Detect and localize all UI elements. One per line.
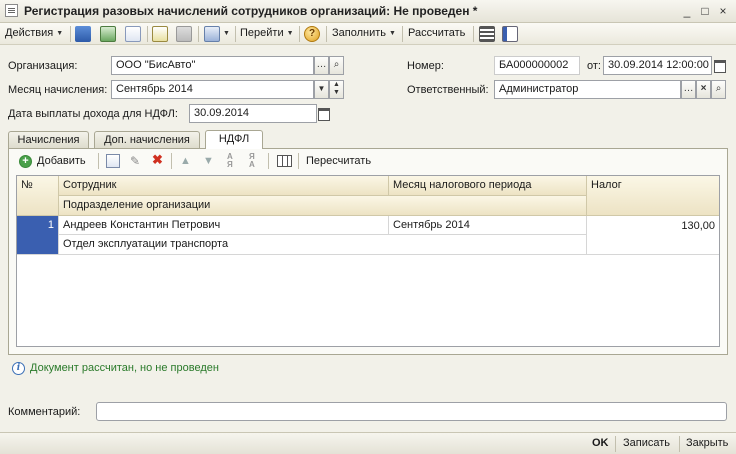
help-icon[interactable]: ? [304, 26, 320, 42]
responsible-label: Ответственный: [407, 84, 489, 96]
organization-label: Организация: [8, 60, 78, 72]
table-row-number[interactable]: 1 [17, 216, 59, 255]
move-up-icon[interactable]: ▲ [180, 155, 191, 167]
toolbar-separator [299, 26, 300, 42]
column-header-tax[interactable]: Налог [587, 176, 719, 216]
number-field[interactable]: БА000000002 [494, 56, 580, 75]
toolbar-separator [70, 26, 71, 42]
toolbar-separator [298, 153, 299, 169]
pay-date-field[interactable]: 30.09.2014 [189, 104, 317, 123]
month-stepper[interactable]: ▲ ▼ [329, 80, 344, 99]
refresh-icon[interactable] [100, 26, 116, 42]
based-on-icon[interactable] [204, 26, 220, 42]
copy-row-icon[interactable] [106, 154, 120, 168]
toolbar-separator [235, 26, 236, 42]
select-organization-button[interactable]: … [314, 56, 329, 75]
date-time-field[interactable]: 30.09.2014 12:00:00 [603, 56, 712, 75]
table-row-employee[interactable]: Андреев Константин Петрович [59, 216, 389, 235]
column-header-number[interactable]: № [17, 176, 59, 216]
ndfl-table: № Сотрудник Подразделение организации Ме… [16, 175, 720, 347]
document-icon [5, 4, 18, 17]
toolbar-separator [98, 153, 99, 169]
delete-icon[interactable]: ✖ [152, 153, 164, 166]
maximize-button[interactable]: □ [698, 4, 712, 18]
add-icon[interactable]: + [19, 155, 32, 168]
toolbar-separator [171, 153, 172, 169]
tab-ndfl[interactable]: НДФЛ [205, 130, 263, 149]
sort-ascending-icon[interactable]: АЯ [227, 153, 233, 169]
actions-menu[interactable]: Действия ▼ [5, 27, 63, 39]
main-toolbar: Действия ▼ ▼ Перейти ▼ ? Заполнить ▼ Рассчи… [0, 23, 736, 45]
calendar-icon[interactable] [712, 56, 727, 75]
copy-document-icon[interactable] [125, 26, 141, 42]
pay-date-label: Дата выплаты дохода для НДФЛ: [8, 108, 178, 120]
column-header-department[interactable]: Подразделение организации [59, 196, 587, 216]
table-row-tax-period[interactable]: Сентябрь 2014 [389, 216, 587, 235]
organization-field[interactable]: ООО "БисАвто" [111, 56, 314, 75]
comment-label: Комментарий: [8, 406, 81, 418]
footer-separator [615, 436, 616, 452]
move-down-icon[interactable]: ▼ [203, 155, 214, 167]
edit-icon[interactable]: ✎ [130, 155, 142, 167]
footer-separator [679, 436, 680, 452]
recalculate-button[interactable]: Пересчитать [306, 155, 371, 167]
toolbar-separator [147, 26, 148, 42]
from-label: от: [587, 60, 601, 72]
settings-list-icon[interactable] [502, 26, 518, 42]
calculate-button[interactable]: Рассчитать [408, 27, 465, 39]
tab-accruals[interactable]: Начисления [8, 131, 89, 148]
accrual-month-label: Месяц начисления: [8, 84, 108, 96]
toolbar-separator [473, 26, 474, 42]
title-bar: Регистрация разовых начислений сотрудник… [0, 0, 736, 23]
bottom-bar: OK Записать Закрыть [0, 432, 736, 454]
column-header-tax-period[interactable]: Месяц налогового периода [389, 176, 587, 196]
status-message: Документ рассчитан, но не проведен [30, 362, 219, 374]
close-button[interactable]: Закрыть [686, 437, 728, 449]
number-label: Номер: [407, 60, 444, 72]
month-dropdown-icon[interactable]: ▼ [314, 80, 329, 99]
save-close-icon[interactable] [75, 26, 91, 42]
comment-field[interactable] [96, 402, 727, 421]
table-row-department[interactable]: Отдел эксплуатации транспорта [59, 235, 587, 255]
minimize-button[interactable]: _ [680, 4, 694, 18]
table-row-tax[interactable]: 130,00 [587, 216, 719, 255]
goto-menu[interactable]: Перейти ▼ [240, 27, 294, 39]
info-icon: i [12, 362, 25, 375]
accrual-month-field[interactable]: Сентябрь 2014 [111, 80, 314, 99]
add-button[interactable]: Добавить [37, 155, 86, 167]
clear-icon[interactable]: × [696, 80, 711, 99]
save-button[interactable]: Записать [623, 437, 670, 449]
unpost-document-icon[interactable] [176, 26, 192, 42]
toolbar-separator [268, 153, 269, 169]
responsible-field[interactable]: Администратор [494, 80, 681, 99]
fill-menu[interactable]: Заполнить ▼ [332, 27, 396, 39]
calendar-icon[interactable] [316, 104, 331, 123]
search-icon[interactable]: ⌕ [329, 56, 344, 75]
toolbar-separator [326, 26, 327, 42]
column-header-employee[interactable]: Сотрудник [59, 176, 389, 196]
columns-icon[interactable] [277, 155, 292, 167]
post-document-icon[interactable] [152, 26, 168, 42]
tab-additional-accruals[interactable]: Доп. начисления [94, 131, 200, 148]
search-icon[interactable]: ⌕ [711, 80, 726, 99]
structure-icon[interactable] [479, 26, 495, 42]
window-title: Регистрация разовых начислений сотрудник… [24, 4, 478, 18]
ok-button[interactable]: OK [592, 437, 609, 449]
select-responsible-button[interactable]: … [681, 80, 696, 99]
sort-descending-icon[interactable]: ЯА [249, 153, 255, 169]
toolbar-separator [198, 26, 199, 42]
toolbar-separator [402, 26, 403, 42]
close-window-button[interactable]: × [716, 4, 730, 18]
